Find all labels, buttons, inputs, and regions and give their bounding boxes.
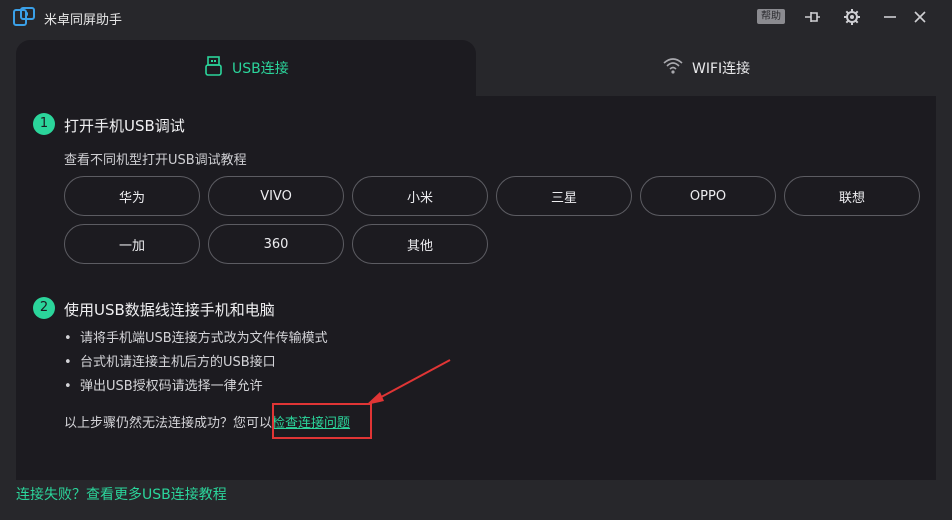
pin-icon[interactable]	[802, 7, 822, 27]
step-1-number: 1	[33, 113, 55, 135]
tab-wifi-label: WIFI连接	[692, 61, 751, 77]
step-1-title: 打开手机USB调试	[64, 117, 185, 135]
brand-button-360[interactable]: 360	[208, 224, 344, 264]
app-logo-icon	[12, 6, 36, 28]
list-item: 弹出USB授权码请选择一律允许	[64, 378, 328, 402]
close-icon[interactable]	[910, 7, 930, 27]
tab-usb-label: USB连接	[232, 61, 289, 77]
brand-button-lenovo[interactable]: 联想	[784, 176, 920, 216]
wifi-icon	[662, 56, 684, 80]
annotation-arrow	[366, 359, 451, 405]
brand-button-samsung[interactable]: 三星	[496, 176, 632, 216]
usb-icon	[204, 55, 224, 81]
tab-usb[interactable]: USB连接	[16, 40, 476, 100]
brand-button-xiaomi[interactable]: 小米	[352, 176, 488, 216]
brand-button-oneplus[interactable]: 一加	[64, 224, 200, 264]
step-2-number: 2	[33, 297, 55, 319]
title-bar: 米卓同屏助手 帮助	[0, 0, 952, 34]
more-usb-tutorials-link[interactable]: 连接失败？查看更多USB连接教程	[16, 484, 227, 504]
brand-button-huawei[interactable]: 华为	[64, 176, 200, 216]
instruction-list: 请将手机端USB连接方式改为文件传输模式 台式机请连接主机后方的USB接口 弹出…	[64, 330, 328, 402]
brand-button-oppo[interactable]: OPPO	[640, 176, 776, 216]
minimize-icon[interactable]	[880, 7, 900, 27]
help-button[interactable]: 帮助	[757, 9, 785, 24]
troubleshoot-prompt-text: 以上步骤仍然无法连接成功？您可以	[64, 416, 273, 431]
step-1-subtitle: 查看不同机型打开USB调试教程	[64, 153, 247, 168]
highlight-box	[272, 403, 372, 439]
brand-button-vivo[interactable]: VIVO	[208, 176, 344, 216]
usb-instructions-panel: 1 打开手机USB调试 查看不同机型打开USB调试教程 华为 VIVO 小米 三…	[16, 96, 936, 480]
step-2-title: 使用USB数据线连接手机和电脑	[64, 301, 275, 319]
brand-button-other[interactable]: 其他	[352, 224, 488, 264]
list-item: 请将手机端USB连接方式改为文件传输模式	[64, 330, 328, 354]
tab-wifi[interactable]: WIFI连接	[476, 40, 936, 96]
list-item: 台式机请连接主机后方的USB接口	[64, 354, 328, 378]
app-title: 米卓同屏助手	[44, 13, 123, 28]
gear-icon[interactable]	[842, 7, 862, 27]
